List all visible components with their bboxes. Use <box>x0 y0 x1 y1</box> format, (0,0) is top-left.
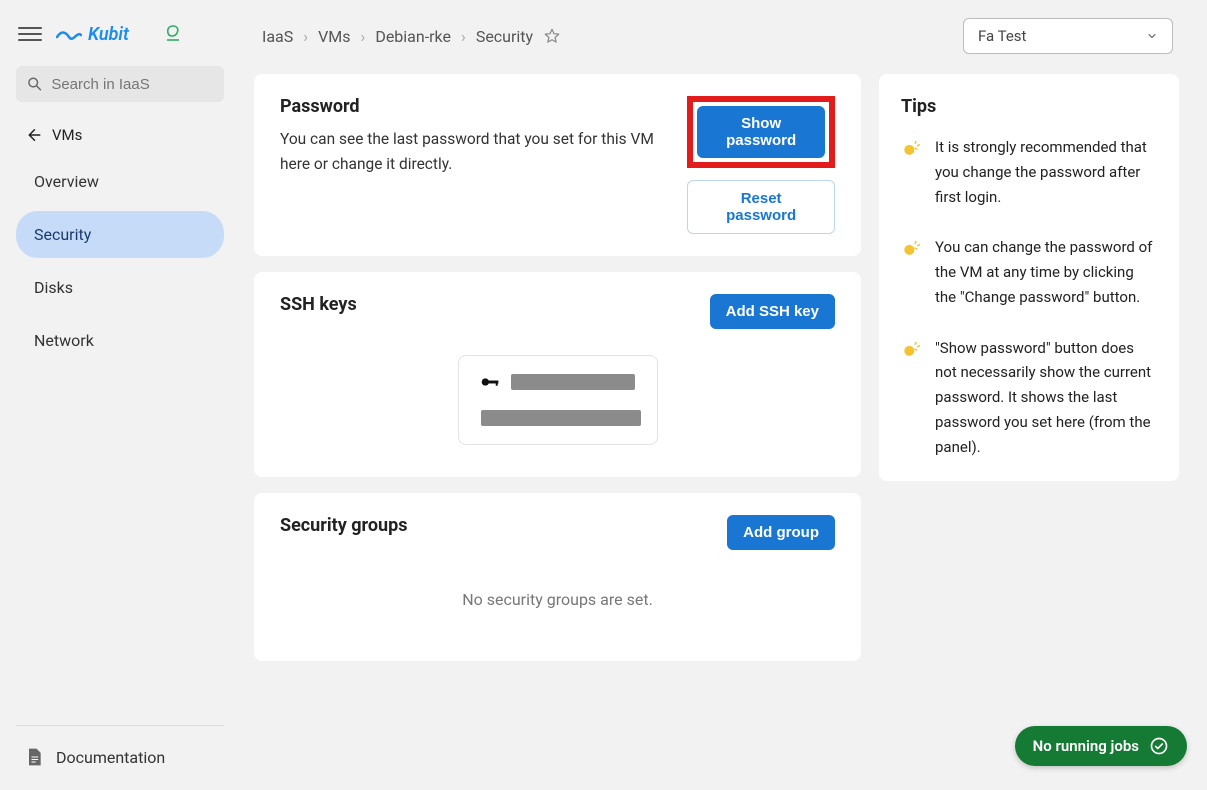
main-area: IaaS › VMs › Debian-rke › Security Fa Te… <box>240 0 1207 790</box>
brand-logo[interactable]: Kubit <box>56 24 129 45</box>
divider <box>16 725 224 726</box>
ssh-key-item[interactable] <box>458 355 658 445</box>
breadcrumb: IaaS › VMs › Debian-rke › Security <box>262 27 561 46</box>
sidebar-item-label: Network <box>34 331 94 350</box>
tip-item: You can change the password of the VM at… <box>901 235 1157 309</box>
chevron-right-icon: › <box>361 27 366 46</box>
nav-items: Overview Security Disks Network <box>10 158 230 364</box>
password-description: You can see the last password that you s… <box>280 127 671 177</box>
brand-name: Kubit <box>88 24 129 45</box>
jobs-status-label: No running jobs <box>1033 737 1139 755</box>
tip-text: You can change the password of the VM at… <box>935 235 1157 309</box>
highlight-annotation: Show password <box>687 96 835 168</box>
check-circle-icon <box>1149 736 1169 756</box>
chevron-right-icon: › <box>461 27 466 46</box>
tip-text: "Show password" button does not necessar… <box>935 336 1157 460</box>
star-icon[interactable] <box>543 27 561 45</box>
sidebar-item-label: Overview <box>34 172 99 191</box>
ssh-title: SSH keys <box>280 294 357 315</box>
password-card: Password You can see the last password t… <box>254 74 861 256</box>
search-box[interactable] <box>16 66 224 102</box>
arrow-left-icon <box>24 126 42 144</box>
sidebar-header: Kubit <box>10 10 230 62</box>
sidebar-item-security[interactable]: Security <box>16 211 224 258</box>
tips-column: Tips It is strongly recommended that you… <box>879 74 1179 661</box>
add-ssh-key-button[interactable]: Add SSH key <box>710 294 835 329</box>
sidebar-item-label: Security <box>34 225 91 244</box>
reset-password-button[interactable]: Reset password <box>687 180 835 234</box>
breadcrumb-item[interactable]: Debian-rke <box>375 27 451 46</box>
skeleton-placeholder <box>511 374 634 390</box>
chevron-down-icon <box>1146 30 1158 42</box>
security-groups-card: Security groups Add group No security gr… <box>254 493 861 661</box>
topbar: IaaS › VMs › Debian-rke › Security Fa Te… <box>244 0 1197 64</box>
tip-text: It is strongly recommended that you chan… <box>935 135 1157 209</box>
content: Password You can see the last password t… <box>244 64 1197 661</box>
password-title: Password <box>280 96 671 117</box>
search-input[interactable] <box>51 76 214 93</box>
chevron-right-icon: › <box>303 27 308 46</box>
sidebar-item-overview[interactable]: Overview <box>16 158 224 205</box>
lightbulb-icon <box>901 139 921 209</box>
jobs-status-badge[interactable]: No running jobs <box>1015 726 1187 766</box>
security-groups-title: Security groups <box>280 515 407 536</box>
show-password-button[interactable]: Show password <box>697 106 825 158</box>
wave-icon <box>56 27 82 41</box>
search-icon <box>26 74 43 94</box>
sidebar-item-label: Disks <box>34 278 73 297</box>
key-icon <box>481 375 502 389</box>
sidebar: Kubit VMs Overview Security Disks Networ… <box>0 0 240 790</box>
document-icon <box>24 746 44 768</box>
project-selector-value: Fa Test <box>978 27 1026 45</box>
nav-back[interactable]: VMs <box>10 116 230 154</box>
breadcrumb-item[interactable]: IaaS <box>262 27 293 46</box>
sidebar-item-disks[interactable]: Disks <box>16 264 224 311</box>
tip-item: It is strongly recommended that you chan… <box>901 135 1157 209</box>
menu-icon[interactable] <box>18 22 42 46</box>
ssh-body <box>280 329 835 455</box>
breadcrumb-item[interactable]: Security <box>476 27 533 46</box>
tips-title: Tips <box>901 96 1157 117</box>
documentation-label: Documentation <box>56 748 165 767</box>
sidebar-item-network[interactable]: Network <box>16 317 224 364</box>
nav-back-label: VMs <box>52 126 82 144</box>
main-column: Password You can see the last password t… <box>254 74 861 661</box>
tip-item: "Show password" button does not necessar… <box>901 336 1157 460</box>
ssh-keys-card: SSH keys Add SSH key <box>254 272 861 477</box>
add-group-button[interactable]: Add group <box>727 515 835 550</box>
tips-card: Tips It is strongly recommended that you… <box>879 74 1179 481</box>
lightbulb-icon <box>901 239 921 309</box>
skeleton-placeholder <box>481 410 641 426</box>
lightbulb-icon <box>901 340 921 460</box>
security-groups-empty: No security groups are set. <box>280 550 835 639</box>
project-selector[interactable]: Fa Test <box>963 18 1173 54</box>
breadcrumb-item[interactable]: VMs <box>318 27 350 46</box>
secondary-logo-icon[interactable] <box>163 24 183 44</box>
documentation-link[interactable]: Documentation <box>10 734 230 780</box>
